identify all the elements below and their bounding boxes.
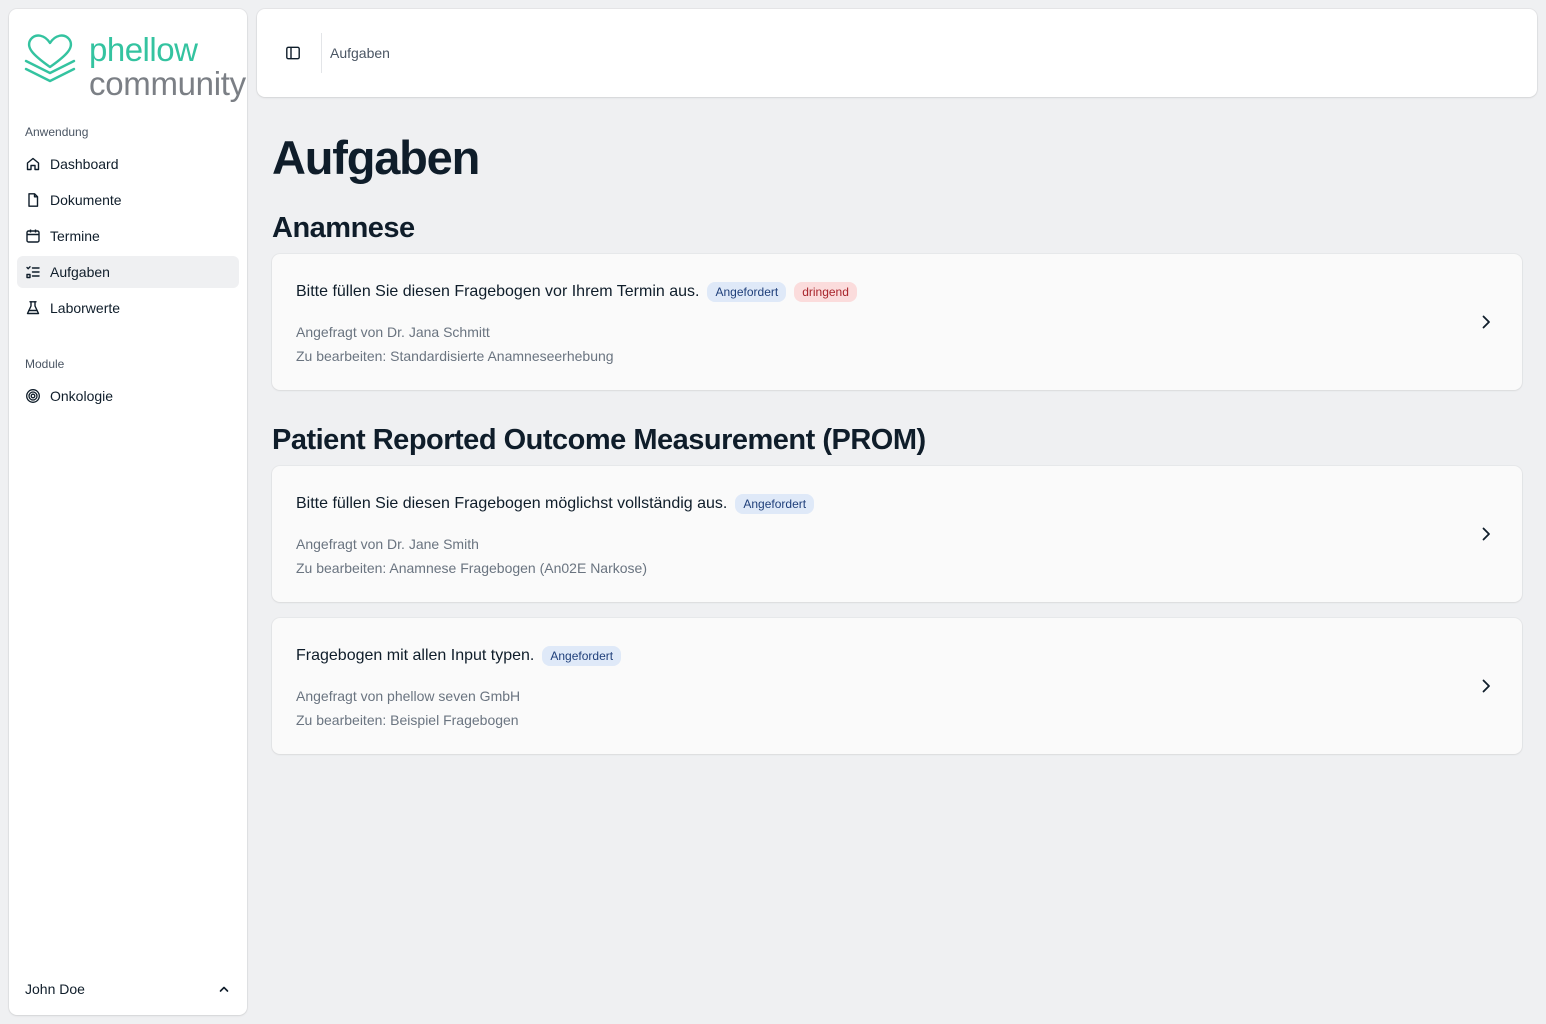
spiral-icon — [25, 388, 41, 404]
group-label-anwendung: Anwendung — [25, 125, 89, 139]
sidebar-item-label: Aufgaben — [50, 264, 110, 280]
sidebar-item-label: Termine — [50, 228, 100, 244]
task-card[interactable]: Bitte füllen Sie diesen Fragebogen mögli… — [272, 466, 1522, 602]
brand-line-1: phellow — [89, 31, 198, 68]
sidebar-item-aufgaben[interactable]: Aufgaben — [17, 256, 239, 288]
sidebar-item-label: Onkologie — [50, 388, 114, 404]
sidebar-item-label: Dokumente — [50, 192, 122, 208]
user-name: John Doe — [25, 981, 85, 997]
task-to-edit: Zu bearbeiten: Anamnese Fragebogen (An02… — [296, 560, 647, 576]
panel-left-icon — [286, 46, 300, 60]
urgent-badge: dringend — [794, 282, 857, 302]
calendar-icon — [25, 228, 41, 244]
task-requested-by: Angefragt von Dr. Jana Schmitt — [296, 324, 490, 340]
sidebar-item-termine[interactable]: Termine — [17, 220, 239, 252]
task-title: Bitte füllen Sie diesen Fragebogen mögli… — [296, 495, 728, 512]
sidebar-item-onkologie[interactable]: Onkologie — [17, 380, 239, 412]
home-icon — [25, 156, 41, 172]
sidebar-item-label: Dashboard — [50, 156, 119, 172]
task-to-edit: Zu bearbeiten: Standardisierte Anamnesee… — [296, 348, 614, 364]
list-check-icon — [25, 264, 41, 280]
top-bar: Aufgaben — [257, 9, 1537, 97]
user-menu[interactable]: John Doe — [17, 975, 239, 1003]
sidebar-item-dashboard[interactable]: Dashboard — [17, 148, 239, 180]
task-header: Fragebogen mit allen Input typen. Angefo… — [296, 646, 622, 666]
heart-logo-icon — [24, 34, 76, 83]
sidebar: phellow community Anwendung Dashboard Do… — [9, 9, 247, 1015]
chevron-right-icon — [1482, 527, 1490, 541]
divider — [321, 33, 322, 73]
section-title-anamnese: Anamnese — [272, 212, 415, 244]
status-badge: Angefordert — [735, 494, 815, 514]
sidebar-item-label: Laborwerte — [50, 300, 121, 316]
flask-icon — [25, 300, 41, 316]
sidebar-toggle-button[interactable] — [281, 41, 305, 65]
page-title: Aufgaben — [272, 131, 480, 184]
section-title-prom: Patient Reported Outcome Measurement (PR… — [272, 424, 926, 456]
chevron-right-icon — [1482, 679, 1490, 693]
sidebar-item-laborwerte[interactable]: Laborwerte — [17, 292, 239, 324]
task-card[interactable]: Bitte füllen Sie diesen Fragebogen vor I… — [272, 254, 1522, 390]
task-requested-by: Angefragt von Dr. Jane Smith — [296, 536, 479, 552]
status-badge: Angefordert — [542, 646, 622, 666]
task-title: Fragebogen mit allen Input typen. — [296, 647, 535, 664]
file-icon — [25, 192, 41, 208]
breadcrumb[interactable]: Aufgaben — [330, 45, 390, 61]
group-label-module: Module — [25, 357, 65, 371]
task-header: Bitte füllen Sie diesen Fragebogen vor I… — [296, 282, 857, 302]
brand-logo[interactable]: phellow community — [23, 23, 246, 105]
task-requested-by: Angefragt von phellow seven GmbH — [296, 688, 521, 704]
brand-line-2: community — [89, 65, 246, 102]
sidebar-item-dokumente[interactable]: Dokumente — [17, 184, 239, 216]
status-badge: Angefordert — [707, 282, 787, 302]
task-title: Bitte füllen Sie diesen Fragebogen vor I… — [296, 283, 700, 300]
task-header: Bitte füllen Sie diesen Fragebogen mögli… — [296, 494, 815, 514]
task-to-edit: Zu bearbeiten: Beispiel Fragebogen — [296, 712, 519, 728]
task-card[interactable]: Fragebogen mit allen Input typen. Angefo… — [272, 618, 1522, 754]
chevron-up-icon — [219, 986, 229, 992]
chevron-right-icon — [1482, 315, 1490, 329]
